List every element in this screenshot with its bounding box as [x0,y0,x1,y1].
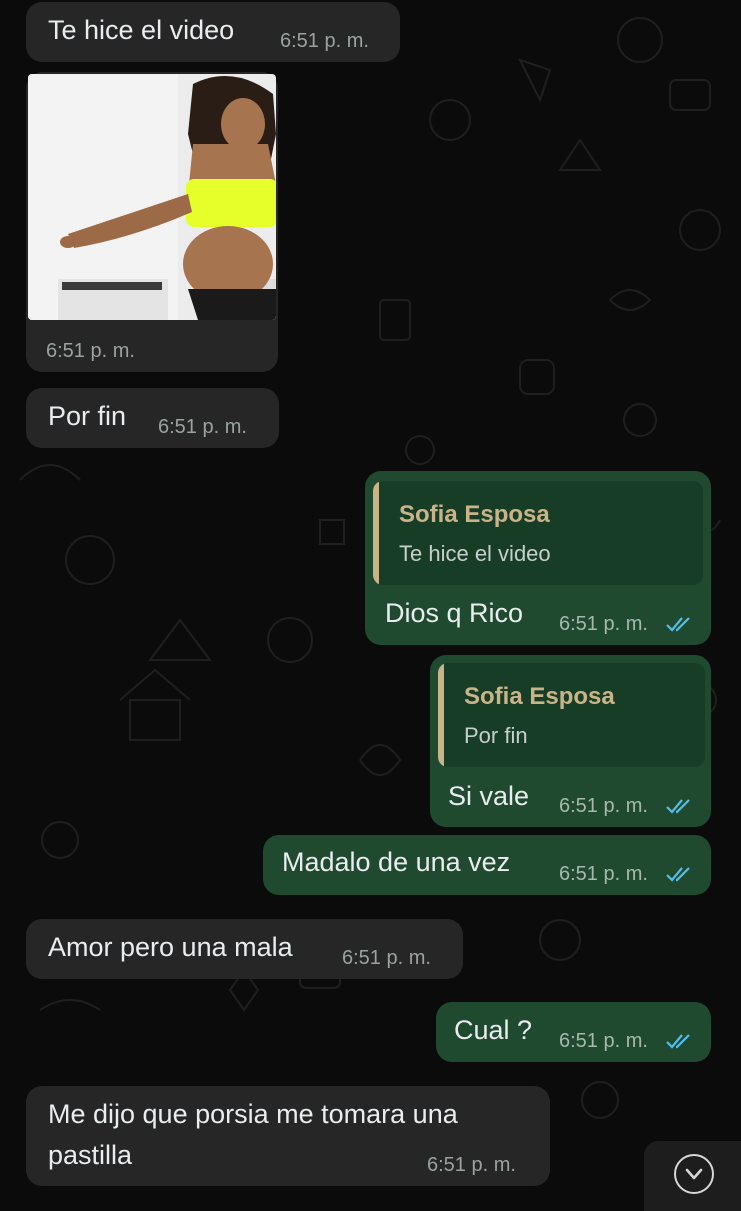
quote-sender-name: Sofia Esposa [399,501,550,528]
quote-sender-name: Sofia Esposa [464,683,615,710]
message-text: Madalo de una vez [282,847,511,877]
message-text: Si vale [448,781,530,811]
quoted-message[interactable]: Sofia Esposa Por fin [438,663,705,767]
message-time: 6:51 p. m. [427,1154,516,1176]
double-check-icon [666,1034,690,1049]
chevron-down-icon [674,1154,714,1194]
video-frame [28,74,276,320]
video-thumbnail[interactable] [28,74,276,320]
quote-accent-bar [438,663,444,767]
message-text: Dios q Rico [385,598,524,628]
message-text: Te hice el video [48,15,235,45]
message-time: 6:51 p. m. [158,416,247,438]
message-text: Por fin [48,401,127,431]
quote-accent-bar [373,481,379,585]
message-time: 6:51 p. m. [559,613,648,635]
quoted-message[interactable]: Sofia Esposa Te hice el video [373,481,703,585]
message-time: 6:51 p. m. [559,863,648,885]
message-incoming[interactable]: Amor pero una mala 6:51 p. m. [26,919,463,979]
double-check-icon [666,617,690,632]
message-text-line-1: Me dijo que porsia me tomara una [48,1099,458,1129]
message-outgoing[interactable]: Cual ? 6:51 p. m. [436,1002,711,1062]
double-check-icon [666,867,690,882]
message-incoming-video[interactable]: 6:51 p. m. [26,72,278,372]
message-outgoing[interactable]: Madalo de una vez 6:51 p. m. [263,835,711,895]
message-text: Amor pero una mala [48,932,293,962]
message-incoming[interactable]: Me dijo que porsia me tomara una pastill… [26,1086,550,1186]
message-time: 6:51 p. m. [342,947,431,969]
message-incoming[interactable]: Por fin 6:51 p. m. [26,388,279,448]
quote-text: Por fin [464,723,528,748]
message-time: 6:51 p. m. [46,340,135,362]
message-incoming[interactable]: Te hice el video 6:51 p. m. [26,2,400,62]
double-check-icon [666,799,690,814]
message-text-line-2: pastilla [48,1140,133,1170]
message-time: 6:51 p. m. [280,30,369,52]
message-outgoing-reply[interactable]: Sofia Esposa Te hice el video Dios q Ric… [365,471,711,645]
message-time: 6:51 p. m. [559,1030,648,1052]
message-text: Cual ? [454,1015,533,1045]
quote-text: Te hice el video [399,541,551,566]
message-outgoing-reply[interactable]: Sofia Esposa Por fin Si vale 6:51 p. m. [430,655,711,827]
message-time: 6:51 p. m. [559,795,648,817]
scroll-to-bottom-button[interactable] [644,1141,741,1211]
